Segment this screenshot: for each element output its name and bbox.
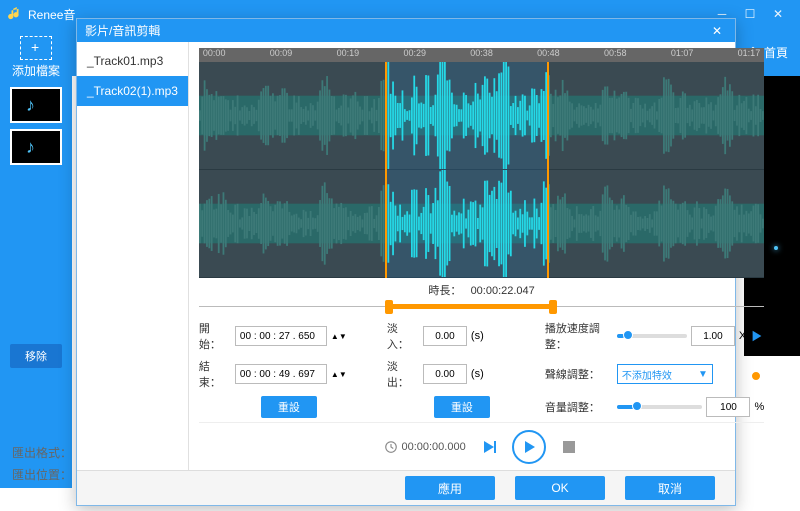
- playback-time: 00:00:00.000: [385, 441, 465, 453]
- add-file-icon[interactable]: [20, 36, 52, 60]
- voice-dropdown[interactable]: 不添加特效 ▼: [617, 364, 713, 384]
- trim-dialog: 影片/音訊剪輯 ✕ _Track01.mp3 _Track02(1).mp3 0…: [76, 18, 736, 506]
- selection-bar[interactable]: [199, 302, 764, 312]
- remove-button[interactable]: 移除: [10, 344, 62, 368]
- timeline-ruler: 00:00 00:09 00:19 00:29 00:38 00:48 00:5…: [199, 48, 764, 62]
- duration-display: 時長： 00:00:22.047: [199, 278, 764, 302]
- dialog-titlebar: 影片/音訊剪輯 ✕: [77, 19, 735, 42]
- stop-button[interactable]: [560, 438, 578, 456]
- preview-play-icon[interactable]: [750, 329, 764, 343]
- track-item-1[interactable]: _Track02(1).mp3: [77, 76, 188, 106]
- volume-slider[interactable]: [617, 405, 703, 409]
- fadeout-input[interactable]: [423, 364, 467, 384]
- app-title: Renee音: [28, 6, 75, 23]
- play-button[interactable]: [512, 430, 546, 464]
- fadeout-label: 淡出：: [387, 358, 419, 390]
- clock-icon: [385, 441, 397, 453]
- ok-button[interactable]: OK: [515, 476, 605, 500]
- dialog-body: _Track01.mp3 _Track02(1).mp3 00:00 00:09…: [77, 42, 735, 470]
- editor-panel: 00:00 00:09 00:19 00:29 00:38 00:48 00:5…: [189, 42, 774, 470]
- selection-range[interactable]: [385, 62, 549, 278]
- add-file-label: 添加檔案: [0, 62, 72, 79]
- media-thumb-2[interactable]: ♪: [10, 129, 62, 165]
- music-note-icon: ♪: [26, 137, 35, 158]
- maximize-button[interactable]: ☐: [736, 7, 764, 21]
- export-location-label: 匯出位置：: [12, 466, 72, 483]
- reset-fade-button[interactable]: 重設: [434, 396, 490, 418]
- dialog-close-button[interactable]: ✕: [707, 24, 727, 38]
- selection-end-handle[interactable]: [549, 300, 557, 314]
- skip-start-button[interactable]: [480, 438, 498, 456]
- start-label: 開始：: [199, 320, 231, 352]
- spinner-icon[interactable]: ▲▼: [331, 332, 347, 341]
- apply-button[interactable]: 應用: [405, 476, 495, 500]
- dialog-title: 影片/音訊剪輯: [85, 22, 160, 39]
- fadein-label: 淡入：: [387, 320, 419, 352]
- waveform-area[interactable]: [199, 62, 764, 278]
- close-button[interactable]: ✕: [764, 7, 792, 21]
- end-input[interactable]: [235, 364, 327, 384]
- voice-label: 聲線調整：: [545, 366, 613, 382]
- app-logo-icon: [8, 7, 22, 21]
- dialog-footer: 應用 OK 取消: [77, 470, 735, 505]
- left-panel: 添加檔案 ♪ ♪ 移除: [0, 28, 72, 488]
- export-format-label: 匯出格式：: [12, 444, 72, 461]
- reset-time-button[interactable]: 重設: [261, 396, 317, 418]
- chevron-down-icon: ▼: [698, 369, 708, 380]
- controls-grid: 開始： ▲▼ 淡入： (s) 播放速度調整： X: [199, 320, 764, 418]
- playback-bar: 00:00:00.000: [199, 422, 764, 470]
- selection-start-handle[interactable]: [385, 300, 393, 314]
- volume-input[interactable]: [706, 397, 750, 417]
- start-input[interactable]: [235, 326, 327, 346]
- fadein-input[interactable]: [423, 326, 467, 346]
- spinner-icon[interactable]: ▲▼: [331, 370, 347, 379]
- speed-label: 播放速度調整：: [545, 320, 613, 352]
- track-list: _Track01.mp3 _Track02(1).mp3: [77, 42, 189, 470]
- end-label: 結束：: [199, 358, 231, 390]
- lens-flare-icon: [774, 246, 778, 250]
- speed-input[interactable]: [691, 326, 735, 346]
- main-window: Renee音 ─ ☐ ✕ 添加檔案 ♪ ♪ 移除 首頁 匯出格式： 匯出位置： …: [0, 0, 800, 511]
- track-item-0[interactable]: _Track01.mp3: [77, 46, 188, 76]
- media-thumb-1[interactable]: ♪: [10, 87, 62, 123]
- cancel-button[interactable]: 取消: [625, 476, 715, 500]
- speed-slider[interactable]: [617, 334, 687, 338]
- play-icon: [521, 439, 537, 455]
- volume-label: 音量調整：: [545, 399, 613, 415]
- music-note-icon: ♪: [26, 95, 35, 116]
